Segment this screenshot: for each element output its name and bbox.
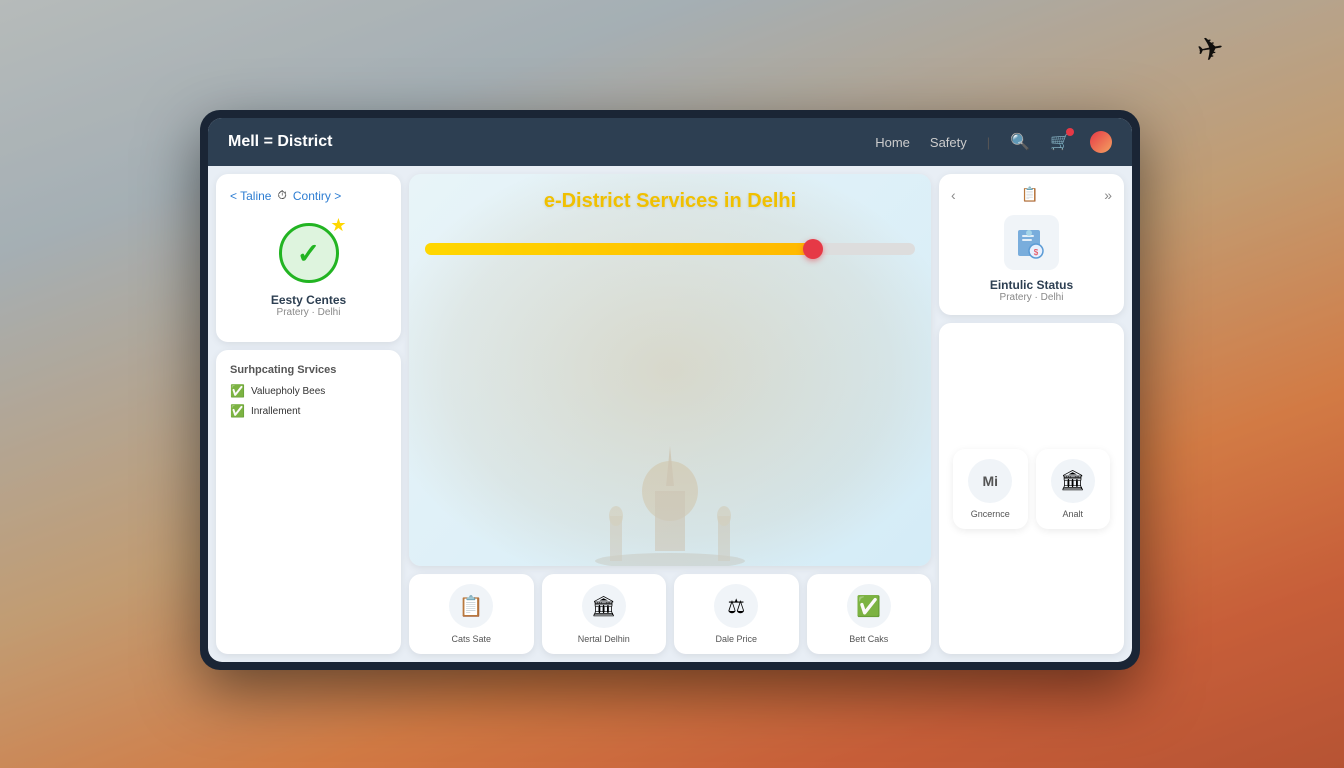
right-nav-back[interactable]: ‹	[951, 187, 956, 203]
tablet-screen: Mell = District Home Safety | 🔍 🛒	[208, 118, 1132, 662]
nav-logo: Mell = District	[228, 133, 875, 151]
check-card-content: ✓ ★ Eesty Centes Pratery · Delhi	[230, 213, 387, 328]
profile-icon[interactable]	[1090, 131, 1112, 153]
clock-icon: ⏱	[277, 188, 286, 203]
center-panel: e-District Services in Delhi 📋 Cats Sate	[409, 174, 931, 654]
breadcrumb-row: < Taline ⏱ Contiry >	[230, 188, 387, 203]
progress-bar-bg	[425, 243, 915, 255]
check-small-icon-2: ✅	[230, 404, 245, 418]
progress-bar-fill	[425, 243, 817, 255]
check-mark-icon: ✓	[297, 237, 320, 270]
bett-caks-label: Bett Caks	[849, 634, 888, 644]
notification-icon[interactable]: 🛒	[1050, 132, 1070, 152]
analt-label: Analt	[1062, 509, 1083, 519]
nav-divider: |	[987, 135, 990, 150]
supporting-label-2: Inrallement	[251, 406, 300, 417]
forward-arrow[interactable]: Contiry >	[293, 189, 341, 203]
icon-card-bett-caks[interactable]: ✅ Bett Caks	[807, 574, 932, 654]
analt-icon: 🏛	[1051, 459, 1095, 503]
icon-card-nertal-delhin[interactable]: 🏛 Nertal Delhin	[542, 574, 667, 654]
left-card-title: Eesty Centes	[271, 293, 346, 307]
enroll-svg-icon: $	[1016, 227, 1048, 259]
right-bottom-card: Mi Gncernce 🏛 Analt	[939, 323, 1124, 654]
banner-title: e-District Services in Delhi	[425, 190, 915, 213]
supporting-label-1: Valuepholy Bees	[251, 386, 325, 397]
notification-badge	[1066, 128, 1074, 136]
cats-sate-label: Cats Sate	[451, 634, 491, 644]
nav-links: Home Safety | 🔍 🛒	[875, 131, 1112, 153]
right-nav-share[interactable]: 📋	[1021, 186, 1038, 203]
bottom-icons-row: 📋 Cats Sate 🏛 Nertal Delhin ⚖ Dale Price…	[409, 574, 931, 654]
supporting-title: Surhpcating Srvices	[230, 364, 387, 376]
nertal-delhin-icon: 🏛	[582, 584, 626, 628]
supporting-card: Surhpcating Srvices ✅ Valuepholy Bees ✅ …	[216, 350, 401, 654]
right-bottom-icons-row: Mi Gncernce 🏛 Analt	[953, 449, 1110, 529]
nav-home[interactable]: Home	[875, 135, 910, 150]
back-arrow[interactable]: < Taline	[230, 189, 271, 203]
search-icon[interactable]: 🔍	[1010, 132, 1030, 152]
check-small-icon-1: ✅	[230, 384, 245, 398]
supporting-item-2: ✅ Inrallement	[230, 404, 387, 418]
progress-bar-end	[803, 239, 823, 259]
top-nav: Mell = District Home Safety | 🔍 🛒	[208, 118, 1132, 166]
right-panel: ‹ 📋 » $	[939, 174, 1124, 654]
dale-price-label: Dale Price	[715, 634, 757, 644]
svg-text:$: $	[1033, 248, 1038, 257]
star-accent-icon: ★	[330, 215, 346, 236]
enroll-card-content: $ Eintulic Status Pratery · Delhi	[951, 215, 1112, 303]
right-top-nav: ‹ 📋 »	[951, 186, 1112, 203]
breadcrumb-card: < Taline ⏱ Contiry > ✓ ★ Eesty Centes Pr…	[216, 174, 401, 342]
monument-svg	[590, 436, 750, 566]
icon-card-dale-price[interactable]: ⚖ Dale Price	[674, 574, 799, 654]
bett-caks-icon: ✅	[847, 584, 891, 628]
cats-sate-icon: 📋	[449, 584, 493, 628]
progress-bar-wrapper	[425, 243, 915, 255]
main-banner: e-District Services in Delhi	[409, 174, 931, 566]
enroll-card-title: Eintulic Status	[990, 278, 1073, 292]
supporting-item-1: ✅ Valuepholy Bees	[230, 384, 387, 398]
gncernce-label: Gncernce	[971, 509, 1010, 519]
enroll-card: ‹ 📋 » $	[939, 174, 1124, 315]
nertal-delhin-label: Nertal Delhin	[578, 634, 630, 644]
icon-card-analt[interactable]: 🏛 Analt	[1036, 449, 1111, 529]
icon-card-cats-sate[interactable]: 📋 Cats Sate	[409, 574, 534, 654]
dale-price-icon: ⚖	[714, 584, 758, 628]
check-icon-wrapper: ✓ ★	[279, 223, 339, 283]
icon-card-gncernce[interactable]: Mi Gncernce	[953, 449, 1028, 529]
right-nav-forward[interactable]: »	[1104, 187, 1112, 203]
enroll-icon: $	[1004, 215, 1059, 270]
nav-safety[interactable]: Safety	[930, 135, 967, 150]
main-area: < Taline ⏱ Contiry > ✓ ★ Eesty Centes Pr…	[208, 166, 1132, 662]
left-card-subtitle: Pratery · Delhi	[277, 307, 341, 318]
left-panel: < Taline ⏱ Contiry > ✓ ★ Eesty Centes Pr…	[216, 174, 401, 654]
tablet-frame: Mell = District Home Safety | 🔍 🛒	[200, 110, 1140, 670]
enroll-card-subtitle: Pratery · Delhi	[1000, 292, 1064, 303]
gncernce-icon: Mi	[968, 459, 1012, 503]
